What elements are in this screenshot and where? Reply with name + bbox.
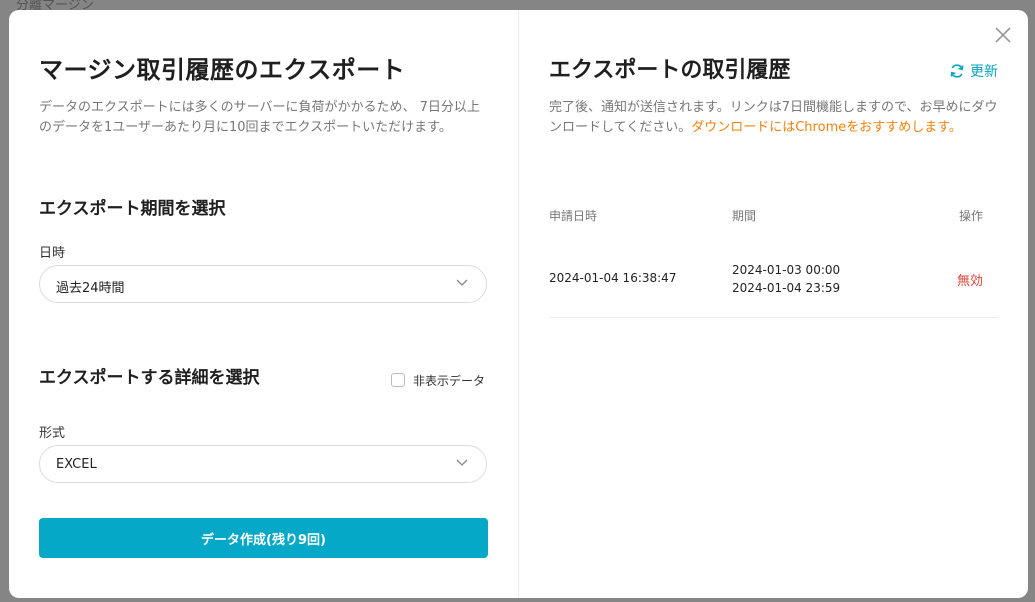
period-range: 2024-01-03 00:00 2024-01-04 23:59	[732, 261, 840, 297]
date-range-value: 過去24時間	[56, 281, 125, 296]
hidden-data-label: 非表示データ	[413, 373, 486, 388]
column-header-action: 操作	[958, 209, 983, 223]
refresh-button[interactable]: 更新	[949, 61, 998, 81]
hidden-data-option[interactable]: 非表示データ	[391, 371, 485, 389]
chevron-down-icon	[456, 459, 468, 466]
period-section-title: エクスポート期間を選択	[39, 199, 226, 219]
export-modal: マージン取引履歴のエクスポート データのエクスポートには多くのサーバーに負荷がか…	[9, 10, 1028, 598]
modal-title: マージン取引履歴のエクスポート	[39, 56, 406, 84]
column-header-requested: 申請日時	[549, 209, 598, 223]
chrome-recommendation: ダウンロードにはChromeをおすすめします。	[691, 120, 962, 135]
refresh-label: 更新	[970, 64, 998, 80]
period-end: 2024-01-04 23:59	[732, 281, 841, 295]
date-range-select[interactable]: 過去24時間	[39, 265, 487, 303]
period-start: 2024-01-03 00:00	[732, 263, 841, 277]
hidden-data-checkbox[interactable]	[391, 373, 405, 387]
row-divider	[549, 317, 998, 318]
invalid-status: 無効	[956, 274, 983, 289]
format-label: 形式	[39, 426, 66, 441]
export-history-panel: エクスポートの取引履歴 更新 完了後、通知が送信されます。リンクは7日間機能しま…	[519, 10, 1028, 598]
export-settings-panel: マージン取引履歴のエクスポート データのエクスポートには多くのサーバーに負荷がか…	[9, 10, 519, 598]
history-title: エクスポートの取引履歴	[549, 58, 791, 83]
format-value: EXCEL	[56, 457, 97, 472]
format-select[interactable]: EXCEL	[39, 445, 487, 483]
history-description: 完了後、通知が送信されます。リンクは7日間機能しますので、お早めにダウンロードし…	[549, 98, 1001, 138]
export-description: データのエクスポートには多くのサーバーに負荷がかかるため、 7日分以上のデータを…	[39, 100, 480, 135]
date-label: 日時	[39, 246, 66, 261]
requested-datetime: 2024-01-04 16:38:47	[549, 271, 677, 285]
refresh-icon	[950, 64, 964, 78]
create-data-button[interactable]: データ作成(残り9回)	[39, 518, 488, 558]
chevron-down-icon	[456, 279, 468, 286]
detail-section-title: エクスポートする詳細を選択	[39, 368, 260, 388]
column-header-period: 期間	[732, 209, 757, 223]
